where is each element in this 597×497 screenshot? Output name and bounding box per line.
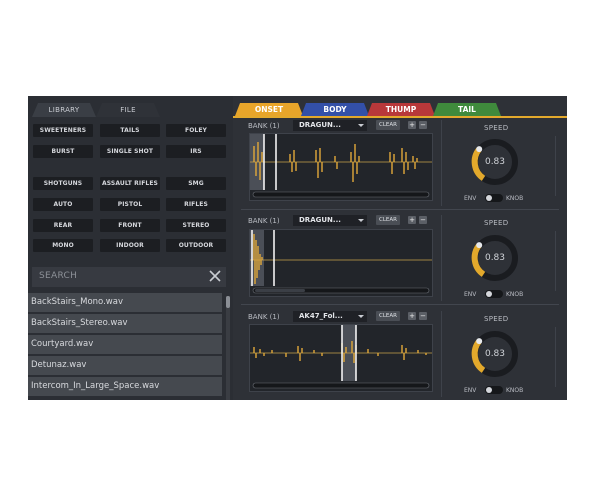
tag-irs[interactable]: IRS: [166, 145, 226, 158]
speed-value: 0.83: [484, 157, 506, 167]
waveform: [250, 325, 432, 389]
remove-button[interactable]: −: [419, 216, 427, 224]
env-knob-toggle[interactable]: [485, 194, 503, 202]
waveform: [250, 134, 432, 198]
env-label: ENV: [464, 291, 477, 298]
chevron-down-icon: [358, 124, 364, 127]
plugin-window: LIBRARY FILE SWEETENERS TAILS FOLEY BURS…: [28, 96, 567, 400]
tag-sweeteners[interactable]: SWEETENERS: [33, 124, 93, 137]
toggle-dot: [486, 291, 492, 297]
sample-dropdown[interactable]: DRAGUN...: [293, 215, 367, 226]
speed-label: SPEED: [484, 124, 509, 132]
clear-button[interactable]: CLEAR: [376, 311, 400, 321]
tag-front[interactable]: FRONT: [100, 219, 160, 232]
sample-name: AK47_Fol...: [299, 312, 343, 320]
remove-button[interactable]: −: [419, 312, 427, 320]
tab-tail[interactable]: TAIL: [433, 103, 501, 116]
close-icon[interactable]: [208, 269, 222, 283]
search-placeholder: SEARCH: [39, 271, 78, 281]
tag-shotguns[interactable]: SHOTGUNS: [33, 177, 93, 190]
tag-smg[interactable]: SMG: [166, 177, 226, 190]
divider: [441, 215, 442, 301]
clear-button[interactable]: CLEAR: [376, 120, 400, 130]
speed-value: 0.83: [484, 253, 506, 263]
tab-thump[interactable]: THUMP: [367, 103, 435, 116]
speed-value: 0.83: [484, 349, 506, 359]
knob-label: KNOB: [506, 291, 524, 298]
file-list-scrollbar[interactable]: [226, 296, 230, 400]
tag-indoor[interactable]: INDOOR: [100, 239, 160, 252]
speed-label: SPEED: [484, 315, 509, 323]
tab-onset[interactable]: ONSET: [235, 103, 303, 116]
tag-pistol[interactable]: PISTOL: [100, 198, 160, 211]
tag-assault-rifles[interactable]: ASSAULT RIFLES: [100, 177, 160, 190]
file-item[interactable]: BackStairs_Mono.wav: [28, 293, 222, 312]
sample-dropdown[interactable]: AK47_Fol...: [293, 311, 367, 322]
waveform-display[interactable]: [249, 229, 433, 297]
remove-button[interactable]: −: [419, 121, 427, 129]
tag-rear[interactable]: REAR: [33, 219, 93, 232]
tag-mono[interactable]: MONO: [33, 239, 93, 252]
file-item[interactable]: BackStairs_Stereo.wav: [28, 314, 222, 333]
env-label: ENV: [464, 195, 477, 202]
bank-label: BANK (1): [248, 313, 280, 321]
waveform-display[interactable]: [249, 133, 433, 201]
sample-name: DRAGUN...: [299, 216, 341, 224]
file-item[interactable]: Detunaz.wav: [28, 356, 222, 375]
tag-burst[interactable]: BURST: [33, 145, 93, 158]
bank-label: BANK (1): [248, 122, 280, 130]
divider: [441, 311, 442, 397]
add-button[interactable]: +: [408, 312, 416, 320]
tag-outdoor[interactable]: OUTDOOR: [166, 239, 226, 252]
chevron-down-icon: [358, 315, 364, 318]
divider: [555, 327, 556, 387]
env-label: ENV: [464, 387, 477, 394]
tag-auto[interactable]: AUTO: [33, 198, 93, 211]
clear-button[interactable]: CLEAR: [376, 215, 400, 225]
add-button[interactable]: +: [408, 216, 416, 224]
tag-foley[interactable]: FOLEY: [166, 124, 226, 137]
file-item[interactable]: Intercom_In_Large_Space.wav: [28, 377, 222, 396]
waveform: [250, 230, 432, 294]
waveform-display[interactable]: [249, 324, 433, 392]
toggle-dot: [486, 387, 492, 393]
divider: [555, 136, 556, 196]
file-item[interactable]: Courtyard.wav: [28, 335, 222, 354]
env-knob-toggle[interactable]: [485, 386, 503, 394]
sample-name: DRAGUN...: [299, 121, 341, 129]
tab-body[interactable]: BODY: [301, 103, 369, 116]
tab-file[interactable]: FILE: [96, 103, 160, 117]
row-separator: [241, 209, 559, 210]
tag-tails[interactable]: TAILS: [100, 124, 160, 137]
tag-stereo[interactable]: STEREO: [166, 219, 226, 232]
knob-label: KNOB: [506, 195, 524, 202]
row-separator: [241, 304, 559, 305]
add-button[interactable]: +: [408, 121, 416, 129]
layers-panel: ONSET BODY THUMP TAIL BANK (1) DRAGUN...…: [233, 96, 567, 400]
toggle-dot: [486, 195, 492, 201]
divider: [555, 231, 556, 291]
chevron-down-icon: [358, 219, 364, 222]
knob-label: KNOB: [506, 387, 524, 394]
sample-dropdown[interactable]: DRAGUN...: [293, 120, 367, 131]
bank-label: BANK (1): [248, 217, 280, 225]
active-tab-underline: [233, 116, 567, 118]
tab-library[interactable]: LIBRARY: [32, 103, 96, 117]
speed-label: SPEED: [484, 219, 509, 227]
search-input[interactable]: SEARCH: [32, 267, 226, 287]
tag-single-shot[interactable]: SINGLE SHOT: [100, 145, 160, 158]
scrollbar-thumb[interactable]: [226, 296, 230, 308]
env-knob-toggle[interactable]: [485, 290, 503, 298]
library-panel: LIBRARY FILE SWEETENERS TAILS FOLEY BURS…: [28, 96, 233, 400]
tag-rifles[interactable]: RIFLES: [166, 198, 226, 211]
divider: [441, 120, 442, 206]
